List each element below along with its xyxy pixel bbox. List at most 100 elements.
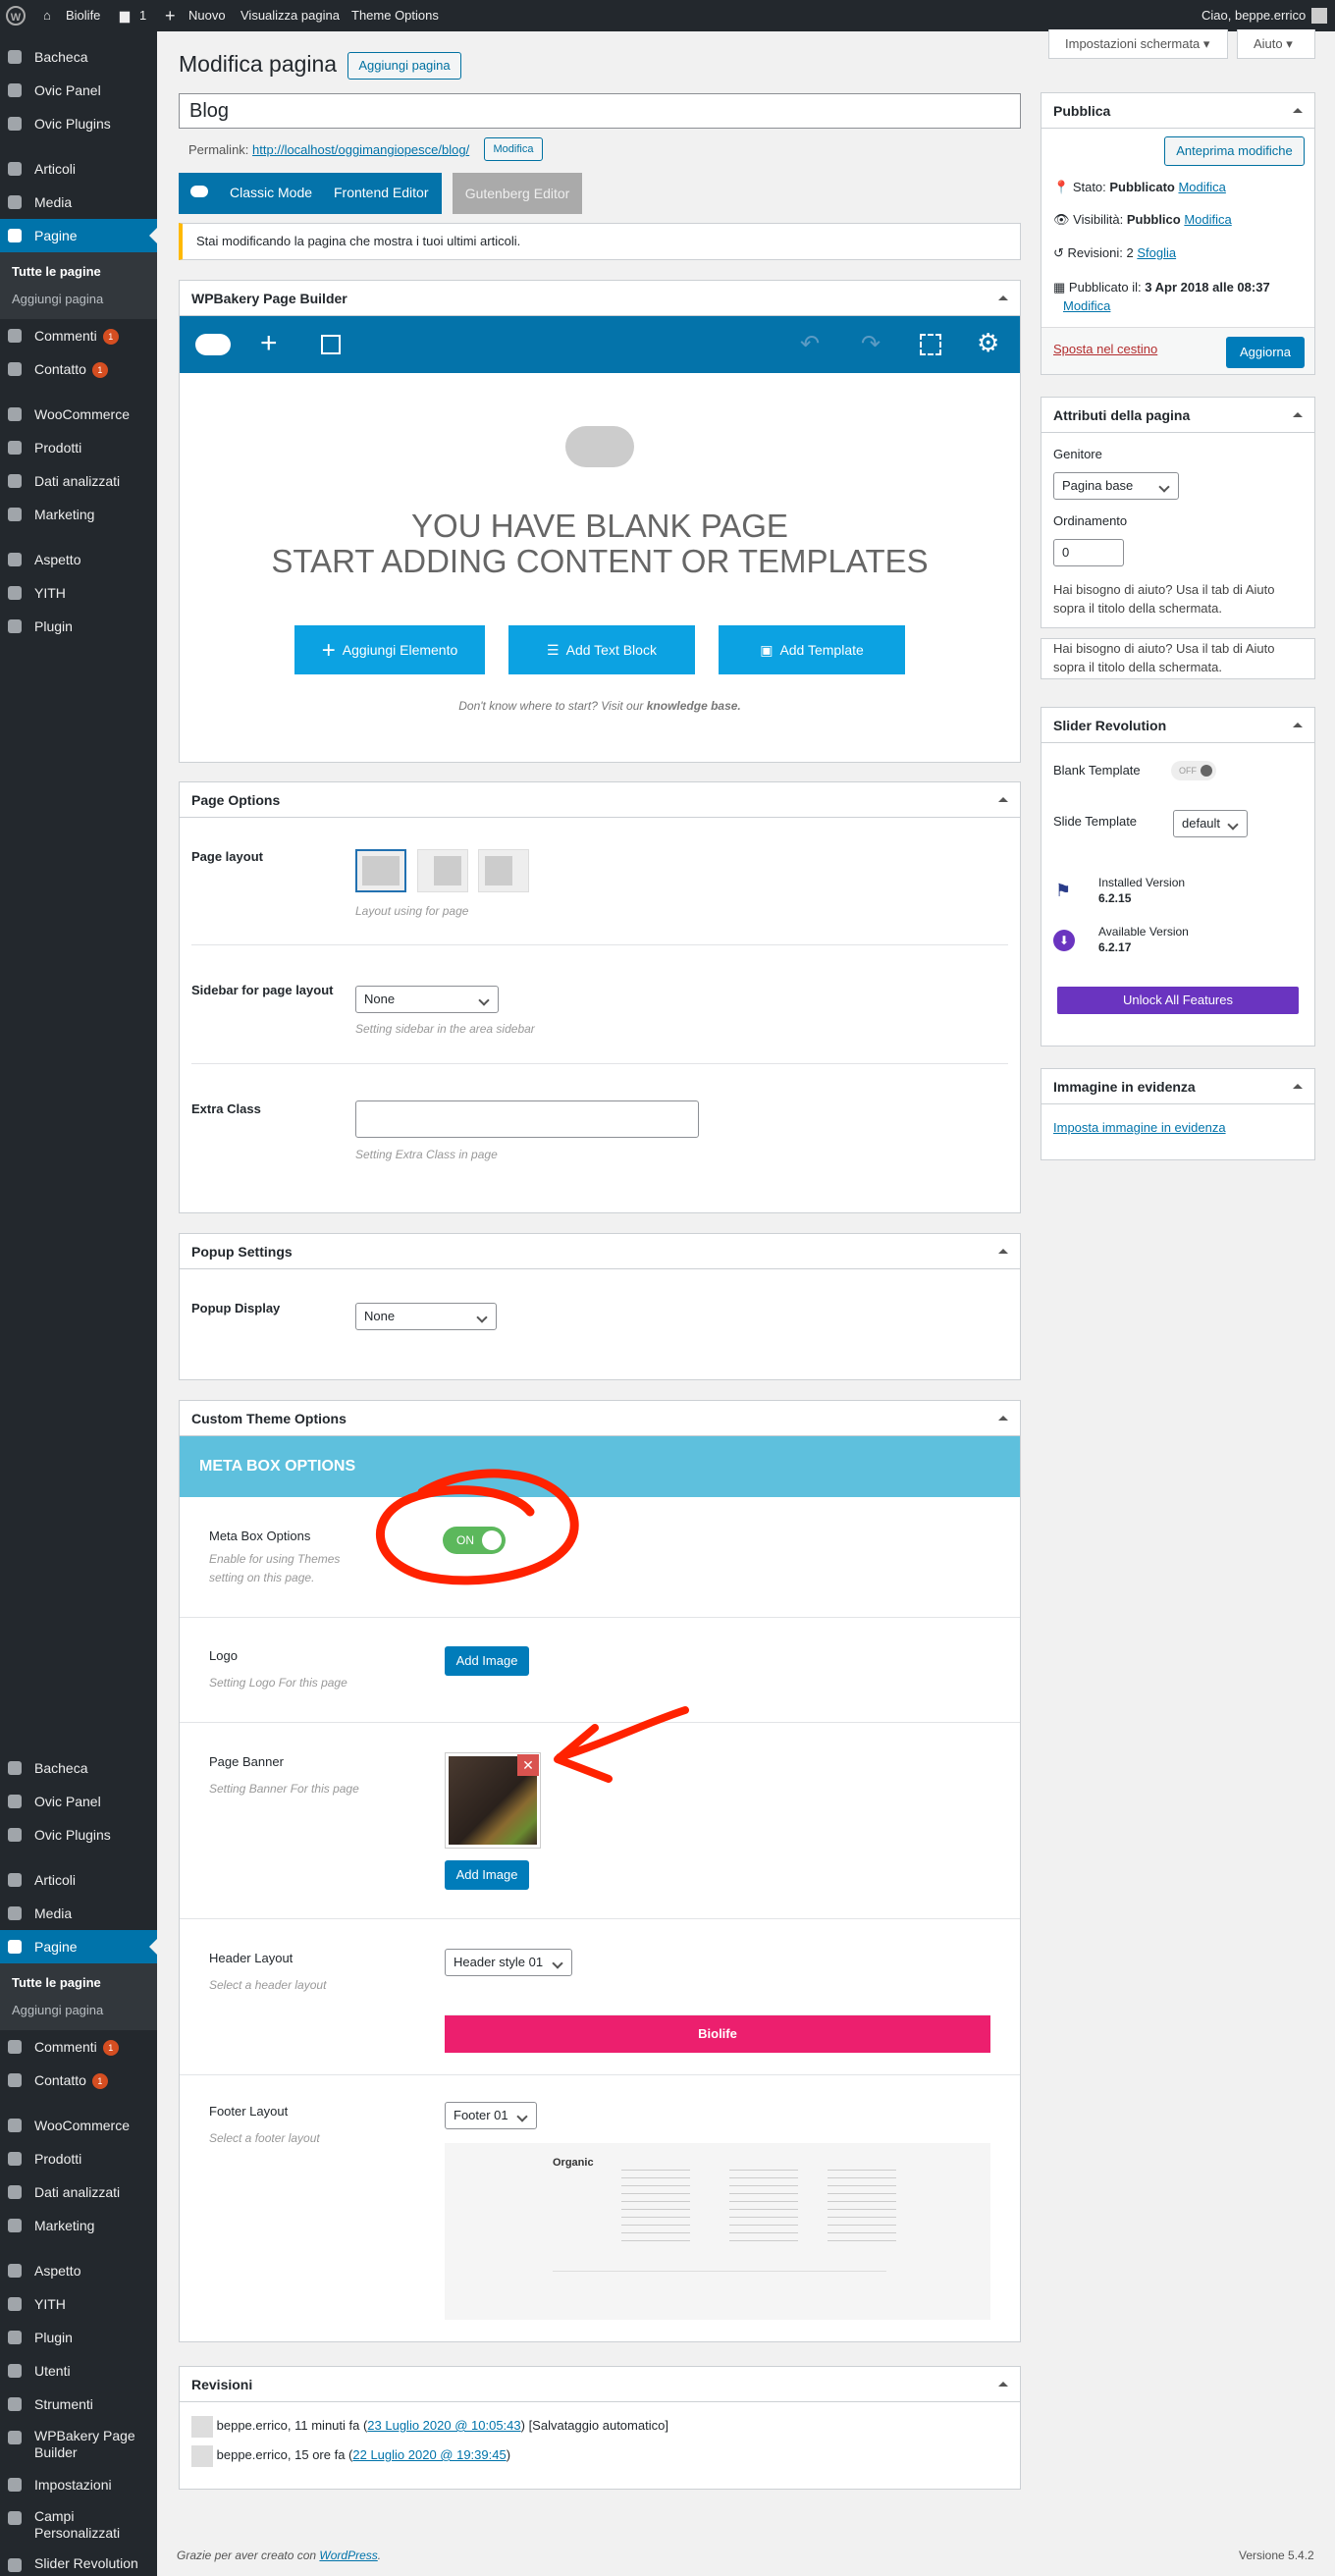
sidebar-item-commenti[interactable]: Commenti 1 [0, 319, 157, 352]
undo-icon[interactable]: ↶ [800, 330, 820, 358]
blank-template-toggle[interactable]: OFF [1171, 761, 1216, 780]
toggle-icon[interactable] [998, 2382, 1008, 2387]
sidebar-item-prodotti[interactable]: Prodotti [0, 431, 157, 464]
unlock-features-button[interactable]: Unlock All Features [1057, 987, 1299, 1014]
parent-select[interactable]: Pagina base [1053, 472, 1179, 500]
wordpress-link[interactable]: WordPress [319, 2549, 377, 2562]
new-link[interactable]: Nuovo [188, 0, 226, 31]
redo-icon[interactable]: ↷ [861, 330, 881, 358]
title-input[interactable]: Blog [179, 93, 1021, 129]
trash-link[interactable]: Sposta nel cestino [1053, 342, 1157, 356]
revision-link[interactable]: 22 Luglio 2020 @ 19:39:45 [352, 2447, 506, 2462]
add-page-button[interactable]: Aggiungi pagina [347, 52, 461, 80]
toggle-icon[interactable] [1293, 723, 1303, 727]
toggle-icon[interactable] [1293, 1084, 1303, 1089]
slide-template-select[interactable]: default [1173, 810, 1248, 837]
page-options-header[interactable]: Page Options [180, 782, 1020, 818]
knowledge-base-link[interactable]: knowledge base. [647, 699, 741, 713]
settings-gear-icon[interactable]: ⚙ [977, 328, 999, 358]
sidebar-item-dati-analizzati[interactable]: Dati analizzati [0, 464, 157, 498]
sidebar-item-yith[interactable]: YITH [0, 576, 157, 610]
sidebar-item-campi-personalizzati[interactable]: Campi Personalizzati [0, 2501, 157, 2549]
wpb-logo-icon[interactable] [195, 334, 231, 355]
sidebar-item-woocommerce[interactable]: WooCommerce [0, 398, 157, 431]
toggle-icon[interactable] [998, 295, 1008, 300]
toggle-icon[interactable] [1293, 108, 1303, 113]
featured-header[interactable]: Immagine in evidenza [1041, 1069, 1314, 1104]
layout-option-left-sidebar[interactable] [417, 849, 468, 892]
avatar[interactable] [1311, 8, 1327, 24]
sidebar-item-plugin[interactable]: Plugin [0, 610, 157, 643]
wordpress-logo-icon[interactable]: W [6, 6, 26, 26]
sidebar-item-articoli[interactable]: Articoli [0, 152, 157, 186]
sidebar-item-articoli[interactable]: Articoli [0, 1863, 157, 1897]
sidebar-item-impostazioni[interactable]: Impostazioni [0, 2468, 157, 2501]
edit-date-link[interactable]: Modifica [1063, 298, 1110, 313]
toggle-icon[interactable] [998, 1249, 1008, 1254]
view-page-link[interactable]: Visualizza pagina [240, 0, 340, 31]
comments-count[interactable]: 1 [139, 0, 146, 31]
sidebar-item-ovic-plugins[interactable]: Ovic Plugins [0, 107, 157, 140]
layout-option-full[interactable] [355, 849, 406, 892]
footer-layout-select[interactable]: Footer 01 [445, 2102, 537, 2129]
classic-mode-button[interactable]: Classic Mode [230, 185, 312, 200]
sidebar-item-wpbakery-page-builder[interactable]: WPBakery Page Builder [0, 2421, 157, 2468]
browse-revisions-link[interactable]: Sfoglia [1137, 245, 1176, 260]
sidebar-item-woocommerce[interactable]: WooCommerce [0, 2109, 157, 2142]
sidebar-item-bacheca[interactable]: Bacheca [0, 40, 157, 74]
banner-add-image-button[interactable]: Add Image [445, 1860, 529, 1890]
templates-icon[interactable] [321, 335, 341, 354]
layout-option-right-sidebar[interactable] [478, 849, 529, 892]
sidebar-item-marketing[interactable]: Marketing [0, 2209, 157, 2242]
toggle-icon[interactable] [1293, 412, 1303, 417]
sidebar-select[interactable]: None [355, 986, 499, 1013]
set-featured-image-link[interactable]: Imposta immagine in evidenza [1053, 1120, 1226, 1135]
permalink-url[interactable]: http://localhost/oggimangiopesce/blog/ [252, 142, 469, 157]
sidebar-item-aspetto[interactable]: Aspetto [0, 543, 157, 576]
sidebar-item-bacheca[interactable]: Bacheca [0, 1751, 157, 1785]
add-element-button[interactable]: + Aggiungi Elemento [294, 625, 485, 674]
submenu-item[interactable]: Aggiungi pagina [0, 286, 157, 313]
sidebar-item-contatto[interactable]: Contatto 1 [0, 352, 157, 386]
submenu-item[interactable]: Aggiungi pagina [0, 1997, 157, 2024]
toggle-icon[interactable] [998, 797, 1008, 802]
greeting-link[interactable]: Ciao, beppe.errico [1202, 0, 1306, 31]
popup-header[interactable]: Popup Settings [180, 1234, 1020, 1269]
revslider-header[interactable]: Slider Revolution [1041, 708, 1314, 743]
extra-class-input[interactable] [355, 1100, 699, 1138]
revision-link[interactable]: 23 Luglio 2020 @ 10:05:43 [367, 2418, 520, 2433]
theme-options-link[interactable]: Theme Options [351, 0, 439, 31]
revisions-header[interactable]: Revisioni [180, 2367, 1020, 2402]
sidebar-item-commenti[interactable]: Commenti 1 [0, 2030, 157, 2064]
logo-add-image-button[interactable]: Add Image [445, 1646, 529, 1676]
sidebar-item-aspetto[interactable]: Aspetto [0, 2254, 157, 2287]
frontend-editor-button[interactable]: Frontend Editor [334, 185, 429, 200]
sidebar-item-dati-analizzati[interactable]: Dati analizzati [0, 2175, 157, 2209]
comment-icon[interactable]: ▆ [120, 0, 130, 31]
sidebar-item-marketing[interactable]: Marketing [0, 498, 157, 531]
attributes-header[interactable]: Attributi della pagina [1041, 398, 1314, 433]
edit-visibility-link[interactable]: Modifica [1184, 212, 1231, 227]
popup-display-select[interactable]: None [355, 1303, 497, 1330]
sidebar-item-media[interactable]: Media [0, 186, 157, 219]
add-text-block-button[interactable]: ☰ Add Text Block [508, 625, 695, 674]
sidebar-item-ovic-plugins[interactable]: Ovic Plugins [0, 1818, 157, 1852]
sidebar-item-prodotti[interactable]: Prodotti [0, 2142, 157, 2175]
permalink-edit-button[interactable]: Modifica [484, 137, 543, 161]
sidebar-item-pagine[interactable]: Pagine [0, 1930, 157, 1963]
submenu-item[interactable]: Tutte le pagine [0, 1969, 157, 1997]
sidebar-item-ovic-panel[interactable]: Ovic Panel [0, 1785, 157, 1818]
sidebar-item-contatto[interactable]: Contatto 1 [0, 2064, 157, 2097]
preview-changes-button[interactable]: Anteprima modifiche [1164, 136, 1305, 166]
screen-options-button[interactable]: Impostazioni schermata ▾ [1048, 29, 1228, 59]
sidebar-item-pagine[interactable]: Pagine [0, 219, 157, 252]
sidebar-item-yith[interactable]: YITH [0, 2287, 157, 2321]
sidebar-item-ovic-panel[interactable]: Ovic Panel [0, 74, 157, 107]
edit-status-link[interactable]: Modifica [1178, 180, 1225, 194]
wpbakery-header[interactable]: WPBakery Page Builder [180, 281, 1020, 316]
submenu-item[interactable]: Tutte le pagine [0, 258, 157, 286]
sidebar-item-slider-revolution[interactable]: Slider Revolution [0, 2549, 157, 2576]
toggle-icon[interactable] [998, 1416, 1008, 1421]
site-name-link[interactable]: Biolife [66, 0, 100, 31]
remove-image-icon[interactable]: ✕ [517, 1754, 539, 1776]
